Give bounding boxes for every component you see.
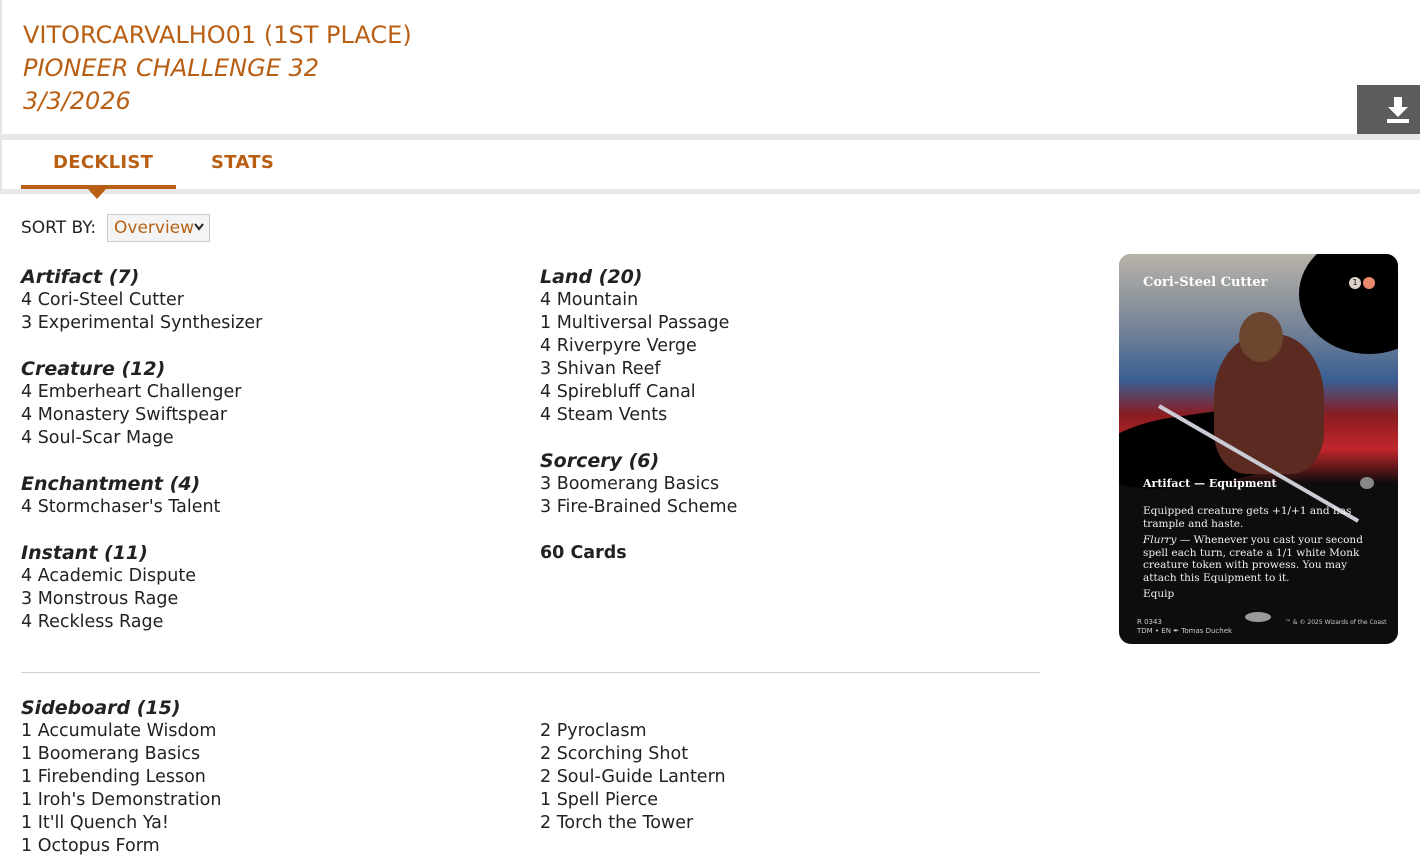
collector-number: R 0343 — [1137, 618, 1162, 626]
download-button[interactable] — [1357, 85, 1420, 135]
card-entry[interactable]: 4 Steam Vents — [540, 404, 1020, 427]
card-entry[interactable]: 3 Monstrous Rage — [21, 588, 501, 611]
maindeck-right-column: Land (20) 4 Mountain 1 Multiversal Passage… — [540, 266, 1020, 565]
card-entry[interactable]: 3 Shivan Reef — [540, 358, 1020, 381]
flurry-text: — Whenever you cast your second spell ea… — [1143, 534, 1363, 584]
flurry-word: Flurry — [1143, 534, 1177, 546]
card-group: Enchantment (4) 4 Stormchaser's Talent — [21, 473, 501, 519]
download-icon — [1387, 97, 1409, 123]
card-entry[interactable]: 3 Boomerang Basics — [540, 473, 1020, 496]
card-entry[interactable]: 4 Emberheart Challenger — [21, 381, 501, 404]
equip-word: Equip — [1143, 588, 1175, 600]
sideboard-entry[interactable]: 1 Accumulate Wisdom — [21, 720, 221, 743]
mana-generic-icon: 1 — [1349, 277, 1361, 289]
chevron-down-icon — [194, 223, 204, 231]
card-group: Instant (11) 4 Academic Dispute 3 Monstrou… — [21, 542, 501, 634]
set-line: TDM • EN ✒ Tomas Duchek — [1137, 627, 1233, 635]
card-group: Land (20) 4 Mountain 1 Multiversal Passage… — [540, 266, 1020, 427]
sideboard-heading: Sideboard (15) — [21, 697, 181, 719]
card-entry[interactable]: 4 Reckless Rage — [21, 611, 501, 634]
sideboard-entry[interactable]: 2 Soul-Guide Lantern — [540, 766, 726, 789]
event-title: PIONEER CHALLENGE 32 — [23, 54, 320, 82]
card-copyright: ™ & © 2025 Wizards of the Coast — [1285, 619, 1387, 626]
card-entry[interactable]: 4 Spirebluff Canal — [540, 381, 1020, 404]
card-group-heading: Sorcery (6) — [540, 450, 660, 472]
card-group-heading: Land (20) — [540, 266, 643, 288]
maindeck-left-column: Artifact (7) 4 Cori-Steel Cutter 3 Experim… — [21, 266, 501, 657]
card-entry[interactable]: 4 Mountain — [540, 289, 1020, 312]
sideboard-entry[interactable]: 2 Torch the Tower — [540, 812, 726, 835]
tab-decklist[interactable]: DECKLIST — [53, 152, 153, 173]
event-date: 3/3/2026 — [23, 87, 131, 115]
card-entry[interactable]: 4 Riverpyre Verge — [540, 335, 1020, 358]
set-symbol-icon — [1360, 477, 1374, 489]
tab-divider — [0, 189, 1420, 194]
card-entry[interactable]: 4 Cori-Steel Cutter — [21, 289, 501, 312]
sideboard-right-column: 2 Pyroclasm 2 Scorching Shot 2 Soul-Guide … — [540, 720, 726, 835]
sort-select[interactable]: Overview — [107, 214, 210, 242]
sort-select-value: Overview — [114, 218, 195, 238]
sideboard-entry[interactable]: 2 Scorching Shot — [540, 743, 726, 766]
card-entry[interactable]: 4 Stormchaser's Talent — [21, 496, 501, 519]
card-entry[interactable]: 4 Monastery Swiftspear — [21, 404, 501, 427]
card-entry[interactable]: 1 Multiversal Passage — [540, 312, 1020, 335]
active-tab-arrow — [88, 189, 106, 199]
card-preview-rules: Equipped creature gets +1/+1 and has tra… — [1143, 505, 1375, 605]
card-entry[interactable]: 4 Soul-Scar Mage — [21, 427, 501, 450]
sideboard-entry[interactable]: 1 Firebending Lesson — [21, 766, 221, 789]
card-preview-type: Artifact — Equipment — [1143, 477, 1277, 490]
card-group: Sorcery (6) 3 Boomerang Basics 3 Fire-Brai… — [540, 450, 1020, 519]
tab-bar: DECKLIST STATS — [0, 140, 1420, 190]
card-group-heading: Enchantment (4) — [21, 473, 201, 495]
sort-by-label: SORT BY: — [21, 218, 97, 238]
card-group: Artifact (7) 4 Cori-Steel Cutter 3 Experim… — [21, 266, 501, 335]
sideboard-left-column: 1 Accumulate Wisdom 1 Boomerang Basics 1 F… — [21, 720, 221, 858]
card-equip: Equip — [1143, 588, 1375, 601]
card-entry[interactable]: 4 Academic Dispute — [21, 565, 501, 588]
sideboard-entry[interactable]: 1 Spell Pierce — [540, 789, 726, 812]
card-rules-1: Equipped creature gets +1/+1 and has tra… — [1143, 505, 1352, 530]
deck-total: 60 Cards — [540, 543, 627, 563]
card-entry[interactable]: 3 Experimental Synthesizer — [21, 312, 501, 335]
card-art-figure-head — [1239, 312, 1283, 362]
sideboard-entry[interactable]: 2 Pyroclasm — [540, 720, 726, 743]
card-group-heading: Creature (12) — [21, 358, 166, 380]
card-preview-image: Cori-Steel Cutter 1 Artifact — Equipment… — [1119, 254, 1398, 644]
sideboard-entry[interactable]: 1 Iroh's Demonstration — [21, 789, 221, 812]
card-group-heading: Instant (11) — [21, 542, 148, 564]
sideboard-divider — [21, 672, 1040, 673]
card-group-heading: Artifact (7) — [21, 266, 140, 288]
player-title: VITORCARVALHO01 (1ST PLACE) — [23, 21, 412, 49]
collector-info: R 0343 TDM • EN ✒ Tomas Duchek — [1137, 618, 1232, 636]
card-group: Creature (12) 4 Emberheart Challenger 4 Mo… — [21, 358, 501, 450]
card-rules-2: Flurry — Whenever you cast your second s… — [1143, 534, 1375, 584]
sideboard-entry[interactable]: 1 It'll Quench Ya! — [21, 812, 221, 835]
deck-header: VITORCARVALHO01 (1ST PLACE) PIONEER CHAL… — [0, 0, 1420, 135]
mana-red-icon — [1363, 277, 1375, 289]
sideboard-entry[interactable]: 1 Boomerang Basics — [21, 743, 221, 766]
sideboard-entry[interactable]: 1 Octopus Form — [21, 835, 221, 858]
card-preview-name: Cori-Steel Cutter — [1143, 275, 1268, 290]
card-entry[interactable]: 3 Fire-Brained Scheme — [540, 496, 1020, 519]
holo-stamp — [1245, 612, 1271, 622]
tab-stats[interactable]: STATS — [211, 152, 274, 173]
